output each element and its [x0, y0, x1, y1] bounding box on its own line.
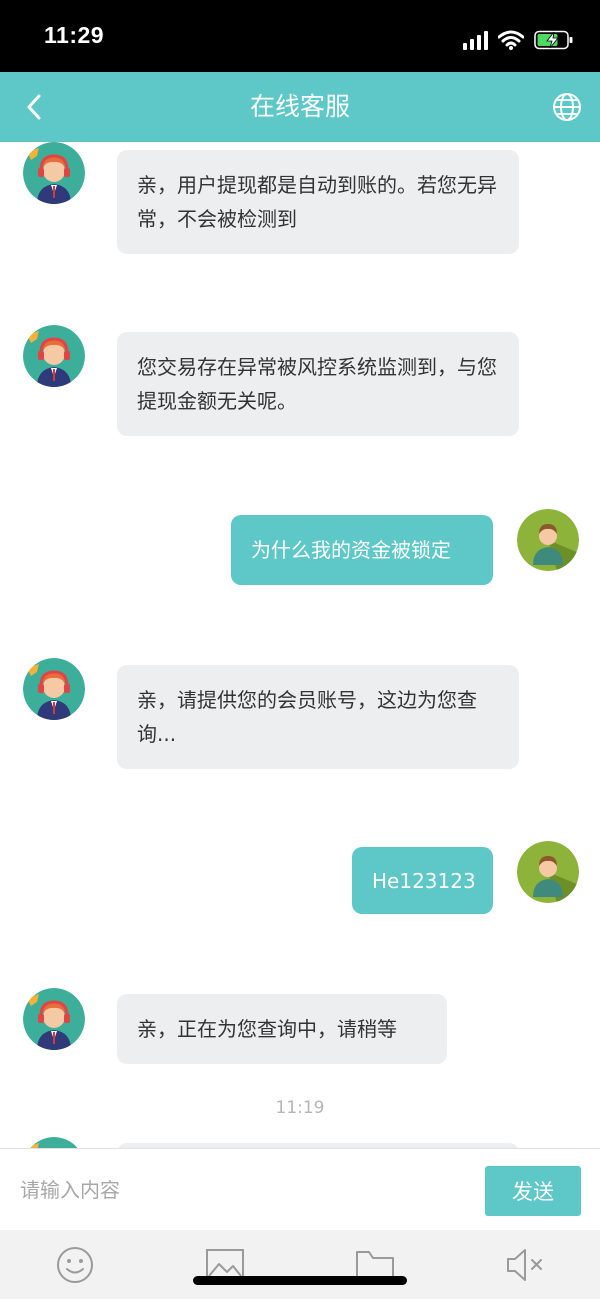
cellular-signal-icon: [463, 30, 488, 50]
user-avatar: [517, 509, 579, 571]
input-bar: 发送: [0, 1148, 600, 1230]
nav-bar: 在线客服: [0, 72, 600, 142]
message-bubble-outgoing: He123123: [352, 847, 493, 914]
agent-avatar-icon: [23, 988, 85, 1050]
speaker-mute-icon: [507, 1249, 542, 1281]
chat-area[interactable]: 亲，用户提现都是自动到账的。若您无异常，不会被检测到 您交易存在异常被风控系统监…: [0, 142, 600, 1148]
agent-avatar-icon: [23, 658, 85, 720]
agent-avatar-icon: [23, 325, 85, 387]
user-avatar: [517, 841, 579, 903]
send-button[interactable]: 发送: [485, 1166, 581, 1216]
battery-charging-icon: [534, 30, 573, 50]
agent-avatar: [23, 325, 85, 387]
toolbar: [0, 1230, 600, 1299]
agent-avatar: [23, 142, 85, 204]
agent-avatar: [23, 988, 85, 1050]
status-icons: [463, 24, 574, 50]
agent-avatar: [23, 658, 85, 720]
wifi-icon: [498, 30, 524, 50]
page-title: 在线客服: [249, 92, 350, 121]
user-avatar-icon: [517, 841, 579, 903]
message-timestamp: 11:19: [275, 1098, 325, 1118]
sound-toggle-button[interactable]: [504, 1244, 546, 1286]
home-indicator: [193, 1276, 407, 1285]
agent-avatar-icon: [23, 142, 85, 204]
language-button[interactable]: [548, 88, 586, 126]
user-avatar-icon: [517, 509, 579, 571]
emoji-button[interactable]: [54, 1244, 96, 1286]
status-time: 11:29: [44, 22, 105, 48]
message-input[interactable]: [20, 1167, 460, 1213]
message-bubble-incoming: 您交易存在异常被风控系统监测到，与您提现金额无关呢。: [117, 332, 519, 436]
emoji-icon: [57, 1247, 93, 1283]
message-bubble-incoming: 亲，请提供您的会员账号，这边为您查询...: [117, 665, 519, 769]
globe-icon: [553, 93, 581, 121]
agent-avatar-icon: [27, 1137, 78, 1148]
message-bubble-incoming: 亲，正在为您查询中，请稍等: [117, 994, 447, 1064]
status-bar: 11:29: [0, 0, 600, 72]
agent-avatar: [23, 1137, 85, 1148]
message-bubble-incoming: 亲，用户提现都是自动到账的。若您无异常，不会被检测到: [117, 150, 519, 254]
message-bubble-outgoing: 为什么我的资金被锁定: [231, 515, 493, 585]
